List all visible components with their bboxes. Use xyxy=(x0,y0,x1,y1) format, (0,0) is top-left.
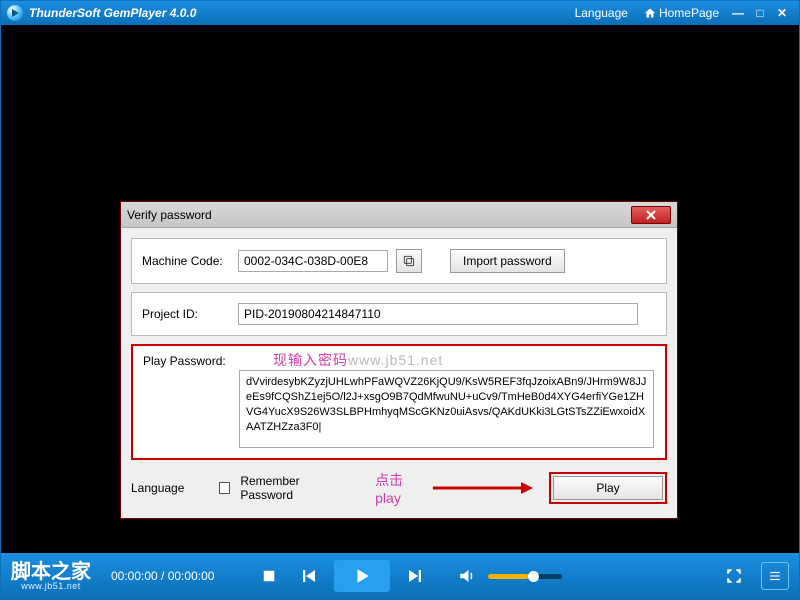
dialog-titlebar: Verify password xyxy=(121,202,677,228)
dialog-title: Verify password xyxy=(127,208,631,222)
stop-icon xyxy=(260,567,278,585)
play-password-label: Play Password: xyxy=(143,354,231,368)
language-link-label: Language xyxy=(575,6,628,20)
titlebar: ThunderSoft GemPlayer 4.0.0 Language Hom… xyxy=(1,1,799,25)
home-icon xyxy=(644,7,656,19)
volume-knob[interactable] xyxy=(528,571,539,582)
volume-icon xyxy=(458,567,476,585)
machine-code-label: Machine Code: xyxy=(142,254,230,268)
dialog-body: Machine Code: Import password Project ID… xyxy=(121,228,677,518)
brand-url: www.jb51.net xyxy=(11,582,91,591)
import-password-button[interactable]: Import password xyxy=(450,249,565,273)
player-controls: 脚本之家 www.jb51.net 00:00:00 / 00:00:00 xyxy=(1,553,799,599)
play-button-highlight: Play xyxy=(549,472,667,504)
play-button[interactable]: Play xyxy=(553,476,663,500)
right-controls xyxy=(719,561,789,591)
watermark-annotation: 现输入密码www.jb51.net xyxy=(273,350,443,370)
arrow-annotation xyxy=(433,481,539,495)
transport-controls xyxy=(254,560,430,592)
remember-password-label: Remember Password xyxy=(240,474,343,502)
playlist-button[interactable] xyxy=(761,562,789,590)
fullscreen-icon xyxy=(725,567,743,585)
video-area: Verify password Machine Code: Import pas… xyxy=(1,25,799,553)
fullscreen-button[interactable] xyxy=(719,561,749,591)
project-id-panel: Project ID: xyxy=(131,292,667,336)
language-label: Language xyxy=(131,481,209,495)
volume-button[interactable] xyxy=(452,561,482,591)
copy-icon xyxy=(402,254,416,268)
dialog-close-button[interactable] xyxy=(631,206,671,224)
play-password-field[interactable]: dVvirdesybKZyzjUHLwhPFaWQVZ26KjQU9/KsW5R… xyxy=(239,370,654,448)
homepage-link[interactable]: HomePage xyxy=(644,6,719,20)
play-pause-button[interactable] xyxy=(334,560,390,592)
close-window-button[interactable]: ✕ xyxy=(771,6,793,20)
play-password-panel: Play Password: 现输入密码www.jb51.net dVvirde… xyxy=(131,344,667,460)
close-icon xyxy=(646,210,656,220)
language-row: Language Remember Password 点击play Play xyxy=(131,470,667,506)
project-id-label: Project ID: xyxy=(142,307,230,321)
time-display: 00:00:00 / 00:00:00 xyxy=(111,569,214,583)
app-title: ThunderSoft GemPlayer 4.0.0 xyxy=(29,6,196,20)
minimize-button[interactable]: ― xyxy=(727,6,749,20)
watermark-cn: 现输入密码 xyxy=(273,352,348,368)
machine-code-panel: Machine Code: Import password xyxy=(131,238,667,284)
next-button[interactable] xyxy=(400,561,430,591)
play-icon xyxy=(353,567,371,585)
verify-password-dialog: Verify password Machine Code: Import pas… xyxy=(120,201,678,519)
brand-cn: 脚本之家 xyxy=(11,562,91,582)
volume-fill xyxy=(488,574,529,579)
click-play-annotation: 点击play xyxy=(375,470,423,506)
language-link[interactable]: Language xyxy=(575,6,628,20)
copy-machine-code-button[interactable] xyxy=(396,249,422,273)
app-window: ThunderSoft GemPlayer 4.0.0 Language Hom… xyxy=(0,0,800,600)
remember-password-checkbox[interactable] xyxy=(219,482,230,494)
maximize-button[interactable]: □ xyxy=(749,6,771,20)
stop-button[interactable] xyxy=(254,561,284,591)
app-icon xyxy=(7,5,23,21)
homepage-link-label: HomePage xyxy=(659,6,719,20)
skip-forward-icon xyxy=(406,567,424,585)
list-icon xyxy=(768,569,782,583)
machine-code-field[interactable] xyxy=(238,250,388,272)
project-id-field[interactable] xyxy=(238,303,638,325)
volume-slider[interactable] xyxy=(488,574,562,579)
brand-logo: 脚本之家 www.jb51.net xyxy=(11,562,91,591)
skip-back-icon xyxy=(300,567,318,585)
watermark-url: www.jb51.net xyxy=(348,352,443,368)
previous-button[interactable] xyxy=(294,561,324,591)
volume-control xyxy=(452,561,562,591)
